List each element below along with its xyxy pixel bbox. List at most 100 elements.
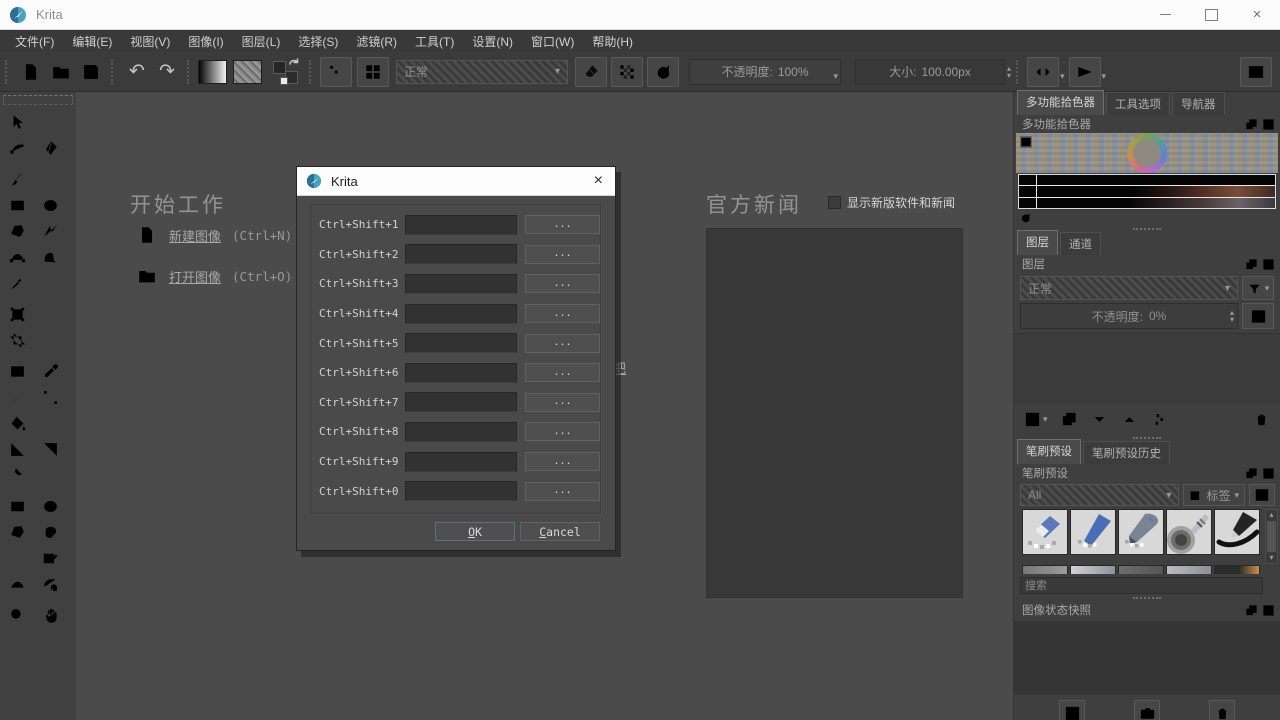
tool-move[interactable] xyxy=(37,303,63,326)
tool-polygon[interactable] xyxy=(4,220,30,243)
create-snapshot-button[interactable] xyxy=(1059,700,1085,720)
mirror-vertical-axis-button[interactable] xyxy=(1027,57,1059,87)
tool-magnetic-select[interactable] xyxy=(37,573,63,596)
preset-view-mode-button[interactable] xyxy=(1249,484,1275,506)
layer-properties-button[interactable] xyxy=(1242,303,1274,329)
undo-button[interactable]: ↶ xyxy=(122,57,152,87)
layer-opacity-slider[interactable]: 不透明度: 0% ▴ ▾ xyxy=(1020,303,1238,329)
browse-button-1[interactable]: ... xyxy=(525,215,600,234)
preset-airbrush-soft[interactable] xyxy=(1166,509,1212,555)
swap-colors-icon[interactable] xyxy=(288,58,300,70)
save-button[interactable] xyxy=(76,57,106,87)
tool-select-shapes[interactable] xyxy=(4,111,30,134)
preset-ink-gpen[interactable] xyxy=(1214,509,1260,555)
menu-view[interactable]: 视图(V) xyxy=(121,31,179,52)
brush-editor-button[interactable] xyxy=(320,57,352,87)
chevron-down-icon[interactable]: ▾ xyxy=(1060,71,1065,82)
dialog-close-button[interactable]: × xyxy=(591,173,606,189)
preset-marker-dry[interactable] xyxy=(1118,509,1164,555)
close-docker-icon[interactable] xyxy=(1262,258,1275,271)
reset-colors-swatch[interactable] xyxy=(280,77,288,85)
tab-channels[interactable]: 通道 xyxy=(1060,232,1101,255)
opacity-slider[interactable]: 不透明度: 100% ▾ xyxy=(689,59,841,85)
selector-settings-icon[interactable] xyxy=(1020,136,1032,148)
preset-scrollbar[interactable]: ▴ ▾ xyxy=(1265,509,1278,564)
browse-button-8[interactable]: ... xyxy=(525,422,600,441)
mirror-horizontal-axis-button[interactable] xyxy=(1069,57,1101,87)
browse-button-6[interactable]: ... xyxy=(525,363,600,382)
shade-selector-bars[interactable] xyxy=(1018,174,1276,209)
preset-partial[interactable] xyxy=(1118,565,1164,574)
chevron-down-icon[interactable]: ▾ xyxy=(1102,71,1107,82)
browse-button-5[interactable]: ... xyxy=(525,334,600,353)
tool-colorize-mask[interactable] xyxy=(37,386,63,409)
reload-original-preset-button[interactable] xyxy=(647,57,679,87)
layer-filter-button[interactable]: ▾ xyxy=(1242,276,1274,300)
show-news-checkbox[interactable] xyxy=(828,196,841,209)
menu-tools[interactable]: 工具(T) xyxy=(406,31,463,52)
opacity-spinner[interactable]: ▴ ▾ xyxy=(1230,309,1234,323)
browse-button-2[interactable]: ... xyxy=(525,245,600,264)
menu-layer[interactable]: 图层(L) xyxy=(233,31,290,52)
shortcut-input-3[interactable] xyxy=(405,274,517,294)
menu-filter[interactable]: 滤镜(R) xyxy=(347,31,406,52)
tool-gradient[interactable] xyxy=(4,360,30,383)
tool-freehand-brush[interactable] xyxy=(4,168,30,191)
move-layer-up-icon[interactable] xyxy=(1121,411,1138,428)
tool-multibrush[interactable] xyxy=(37,272,63,295)
tool-color-sampler[interactable] xyxy=(37,360,63,383)
browse-button-7[interactable]: ... xyxy=(525,393,600,412)
duplicate-layer-icon[interactable] xyxy=(1061,411,1078,428)
layer-blend-mode-dropdown[interactable]: 正常 ▾ xyxy=(1020,276,1238,300)
open-document-button[interactable] xyxy=(46,57,76,87)
scroll-down-icon[interactable]: ▾ xyxy=(1269,553,1273,563)
preset-partial[interactable] xyxy=(1214,565,1260,574)
layer-list[interactable] xyxy=(1014,333,1280,404)
tool-text[interactable] xyxy=(37,111,63,134)
switch-to-snapshot-button[interactable] xyxy=(1134,700,1160,720)
tool-ellipse[interactable] xyxy=(37,194,63,217)
tool-freehand-select[interactable] xyxy=(37,521,63,544)
tool-smart-patch[interactable] xyxy=(4,386,30,409)
ok-button[interactable]: OK xyxy=(435,522,515,541)
float-docker-icon[interactable] xyxy=(1245,467,1258,480)
delete-layer-icon[interactable] xyxy=(1253,411,1270,428)
menu-window[interactable]: 窗口(W) xyxy=(522,31,583,52)
shortcut-input-5[interactable] xyxy=(405,333,517,353)
open-image-link[interactable]: 打开图像 xyxy=(169,267,221,286)
menu-file[interactable]: 文件(F) xyxy=(6,31,63,52)
dialog-titlebar[interactable]: Krita × xyxy=(297,167,615,196)
preset-pencil-blue[interactable] xyxy=(1070,509,1116,555)
shortcut-input-4[interactable] xyxy=(405,304,517,324)
tool-measure[interactable] xyxy=(37,438,63,461)
tool-reference-images[interactable] xyxy=(4,464,30,487)
shortcut-input-7[interactable] xyxy=(405,392,517,412)
brush-size-slider[interactable]: 大小: 100.00px xyxy=(855,59,1005,85)
menu-image[interactable]: 图像(I) xyxy=(179,31,232,52)
tool-rectangular-select[interactable] xyxy=(4,495,30,518)
close-button[interactable]: × xyxy=(1234,0,1280,29)
foreground-background-colors[interactable] xyxy=(272,58,300,86)
preset-eraser-soft[interactable] xyxy=(1022,509,1068,555)
shortcut-input-2[interactable] xyxy=(405,244,517,264)
tool-zoom[interactable] xyxy=(4,604,30,627)
float-docker-icon[interactable] xyxy=(1245,604,1258,617)
gradient-chooser[interactable] xyxy=(198,60,227,84)
tool-bezier-curve[interactable] xyxy=(4,246,30,269)
move-layer-down-icon[interactable] xyxy=(1091,411,1108,428)
toolbox-drag-handle[interactable] xyxy=(3,95,73,105)
remove-snapshot-button[interactable] xyxy=(1209,700,1235,720)
tool-assistants[interactable] xyxy=(4,438,30,461)
tool-freehand-path[interactable] xyxy=(37,246,63,269)
color-wheel-ring[interactable] xyxy=(1127,133,1167,173)
new-image-item[interactable]: 新建图像 (Ctrl+N) xyxy=(136,224,292,246)
menu-edit[interactable]: 编辑(E) xyxy=(63,31,121,52)
menu-help[interactable]: 帮助(H) xyxy=(583,31,642,52)
minimize-button[interactable] xyxy=(1142,0,1188,29)
color-selector-wheel-area[interactable] xyxy=(1016,133,1278,173)
shortcut-input-9[interactable] xyxy=(405,452,517,472)
shortcut-input-6[interactable] xyxy=(405,363,517,383)
redo-button[interactable]: ↷ xyxy=(152,57,182,87)
show-news-label[interactable]: 显示新版软件和新闻 xyxy=(847,194,955,211)
scrollbar-thumb[interactable] xyxy=(1267,521,1276,552)
